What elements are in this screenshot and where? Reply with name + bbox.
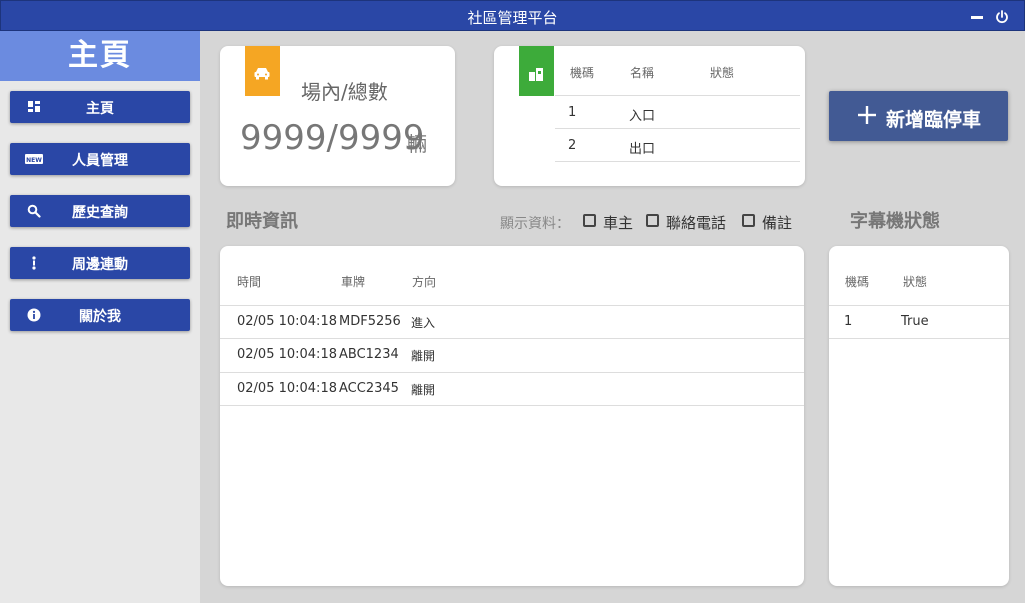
checkbox-note[interactable]: 備註 <box>742 212 802 232</box>
checkbox-label: 車主 <box>603 214 634 232</box>
sidebar-item-label: 歷史查詢 <box>72 205 128 221</box>
sidebar-item-label: 周邊連動 <box>72 257 128 273</box>
table-row[interactable]: 1 入口 <box>555 96 800 129</box>
minimize-icon[interactable] <box>970 9 984 23</box>
car-icon <box>245 46 280 96</box>
column-header: 時間 <box>237 275 262 289</box>
realtime-info-card: 時間 車牌 方向 02/05 10:04:18 MDF5256 進入 02/05… <box>220 246 804 586</box>
sidebar-item-label: 人員管理 <box>72 153 128 169</box>
power-icon[interactable] <box>995 9 1009 24</box>
title-bar: 社區管理平台 <box>0 0 1025 31</box>
sidebar-heading: 主頁 <box>0 31 200 81</box>
plus-icon <box>857 101 877 131</box>
parking-count-value: 9999/9999 <box>240 118 425 158</box>
table-header: 時間 車牌 方向 <box>220 246 804 306</box>
event-direction: 離開 <box>411 349 436 363</box>
checkbox-label: 備註 <box>762 214 793 232</box>
display-options-label: 顯示資料： <box>500 216 570 232</box>
marquee-status: True <box>901 314 929 329</box>
gate-table: 機碼 名稱 狀態 1 入口 2 出口 <box>555 54 800 174</box>
column-header: 車牌 <box>341 275 366 289</box>
sidebar-item-history[interactable]: 歷史查詢 <box>10 195 190 227</box>
column-header: 機碼 <box>570 66 595 80</box>
realtime-section-title: 即時資訊 <box>226 211 298 232</box>
table-header: 機碼 狀態 <box>829 246 1009 306</box>
event-time: 02/05 10:04:18 <box>237 381 337 396</box>
event-direction: 進入 <box>411 316 436 330</box>
event-plate: ACC2345 <box>339 381 399 396</box>
table-row[interactable]: 02/05 10:04:18 ABC1234 離開 <box>220 339 804 373</box>
checkbox-label: 聯絡電話 <box>666 214 727 232</box>
table-header: 機碼 名稱 狀態 <box>555 54 800 96</box>
event-time: 02/05 10:04:18 <box>237 314 337 329</box>
table-row[interactable]: 02/05 10:04:18 ACC2345 離開 <box>220 373 804 406</box>
checkbox-phone[interactable]: 聯絡電話 <box>646 212 736 232</box>
add-temporary-parking-button[interactable]: 新增臨停車 <box>829 91 1008 141</box>
sidebar: 主頁 主頁 NEW 人員管理 歷史查詢 周邊連動 關於我 <box>0 31 200 603</box>
column-header: 方向 <box>412 275 437 289</box>
table-row[interactable]: 02/05 10:04:18 MDF5256 進入 <box>220 306 804 339</box>
gate-id: 1 <box>568 105 577 120</box>
gate-icon <box>519 46 554 96</box>
sidebar-item-home[interactable]: 主頁 <box>10 91 190 123</box>
table-row[interactable]: 2 出口 <box>555 129 800 162</box>
checkbox-box[interactable] <box>646 214 659 227</box>
marquee-status-card: 機碼 狀態 1 True <box>829 246 1009 586</box>
gate-name: 入口 <box>629 109 656 124</box>
sidebar-item-about[interactable]: 關於我 <box>10 299 190 331</box>
parking-count-label: 場內/總數 <box>301 80 388 104</box>
column-header: 名稱 <box>630 66 655 80</box>
app-title: 社區管理平台 <box>467 9 558 27</box>
sidebar-item-peripherals[interactable]: 周邊連動 <box>10 247 190 279</box>
add-button-label: 新增臨停車 <box>886 109 982 131</box>
sidebar-item-personnel[interactable]: NEW 人員管理 <box>10 143 190 175</box>
gate-status-card: 機碼 名稱 狀態 1 入口 2 出口 <box>494 46 805 186</box>
column-header: 狀態 <box>710 66 735 80</box>
sidebar-item-label: 主頁 <box>86 101 114 117</box>
gate-id: 2 <box>568 138 577 153</box>
checkbox-box[interactable] <box>742 214 755 227</box>
gate-name: 出口 <box>629 142 656 157</box>
marquee-section-title: 字幕機狀態 <box>850 211 940 232</box>
checkbox-box[interactable] <box>583 214 596 227</box>
event-plate: MDF5256 <box>339 314 401 329</box>
event-direction: 離開 <box>411 383 436 397</box>
event-plate: ABC1234 <box>339 347 399 362</box>
column-header: 機碼 <box>845 275 870 289</box>
table-row[interactable]: 1 True <box>829 306 1009 339</box>
event-time: 02/05 10:04:18 <box>237 347 337 362</box>
parking-count-unit: 輛 <box>407 132 427 156</box>
sidebar-item-label: 關於我 <box>79 309 121 325</box>
column-header: 狀態 <box>903 275 928 289</box>
parking-count-card: 場內/總數 9999/9999 輛 <box>220 46 455 186</box>
marquee-id: 1 <box>844 314 853 329</box>
checkbox-owner[interactable]: 車主 <box>583 212 643 232</box>
